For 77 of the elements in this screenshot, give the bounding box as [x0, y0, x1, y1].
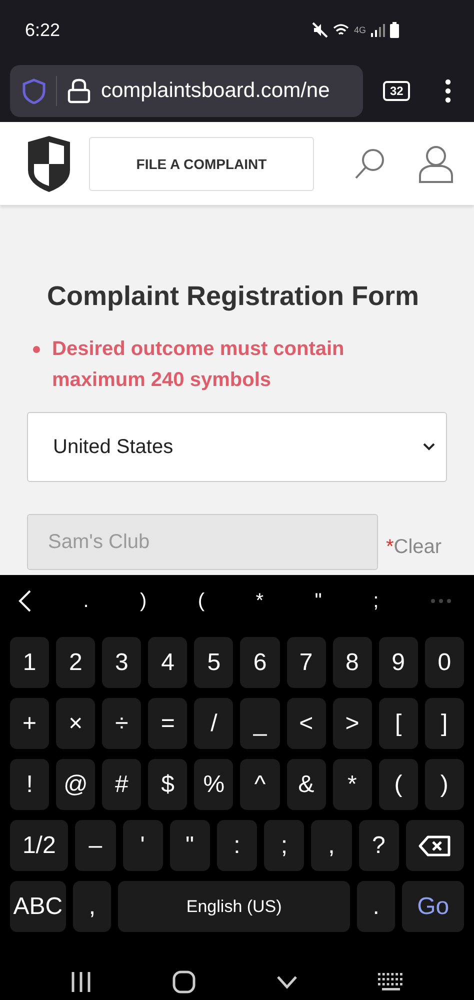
- key[interactable]: 1/2: [10, 820, 68, 871]
- key[interactable]: %: [194, 759, 234, 810]
- key[interactable]: –: [75, 820, 116, 871]
- recent-apps-icon[interactable]: [70, 971, 92, 993]
- more-options-icon[interactable]: [444, 78, 452, 104]
- network-label: 4G: [354, 25, 366, 35]
- key[interactable]: /: [194, 698, 234, 749]
- key[interactable]: 8: [332, 637, 372, 688]
- key[interactable]: 5: [194, 637, 234, 688]
- key[interactable]: ,: [311, 820, 352, 871]
- key[interactable]: 3: [102, 637, 142, 688]
- chevron-down-icon[interactable]: [276, 975, 298, 989]
- suggestion-symbol[interactable]: ;: [373, 590, 379, 612]
- key[interactable]: _: [240, 698, 280, 749]
- user-icon[interactable]: [418, 144, 454, 184]
- key[interactable]: ABC: [10, 881, 66, 932]
- mute-icon: [312, 22, 328, 38]
- error-message: Desired outcome must contain maximum 240 symbols: [52, 337, 346, 393]
- key[interactable]: ×: [56, 698, 96, 749]
- suggestion-symbol[interactable]: *: [256, 590, 264, 612]
- tab-count[interactable]: 32: [383, 81, 410, 101]
- key[interactable]: *: [332, 759, 372, 810]
- key[interactable]: >: [332, 698, 372, 749]
- space-key[interactable]: English (US): [118, 881, 350, 932]
- key[interactable]: ÷: [102, 698, 142, 749]
- suggestion-symbol[interactable]: ": [314, 590, 322, 612]
- suggestion-symbol[interactable]: ): [140, 590, 147, 612]
- key[interactable]: ': [122, 820, 163, 871]
- key[interactable]: ^: [240, 759, 280, 810]
- key[interactable]: =: [148, 698, 188, 749]
- key[interactable]: .: [356, 881, 396, 932]
- file-complaint-button[interactable]: FILE A COMPLAINT: [89, 136, 314, 190]
- lock-icon: [67, 78, 91, 104]
- key[interactable]: [: [378, 698, 418, 749]
- key[interactable]: 1: [10, 637, 50, 688]
- form-title: Complaint Registration Form: [46, 280, 420, 312]
- key[interactable]: ;: [264, 820, 304, 871]
- key[interactable]: ): [424, 759, 464, 810]
- back-chevron-icon[interactable]: [18, 589, 32, 613]
- key[interactable]: $: [148, 759, 188, 810]
- go-key[interactable]: Go: [402, 881, 464, 932]
- key[interactable]: <: [286, 698, 326, 749]
- key[interactable]: +: [10, 698, 50, 749]
- chevron-down-icon: [422, 442, 436, 452]
- keyboard-icon[interactable]: [378, 973, 404, 991]
- key[interactable]: 7: [286, 637, 326, 688]
- shield-logo-icon[interactable]: [26, 134, 72, 194]
- key[interactable]: !: [10, 759, 50, 810]
- more-dots-icon[interactable]: [430, 598, 452, 604]
- country-select[interactable]: United States: [27, 412, 447, 482]
- key[interactable]: @: [56, 759, 96, 810]
- clock-time: 6:22: [25, 20, 60, 40]
- suggestion-symbol[interactable]: .: [83, 590, 89, 612]
- suggestion-symbol[interactable]: (: [198, 590, 205, 612]
- key[interactable]: 6: [240, 637, 280, 688]
- battery-icon: [390, 22, 399, 38]
- address-bar[interactable]: complaintsboard.com/ne: [10, 65, 363, 117]
- key[interactable]: &: [286, 759, 326, 810]
- signal-icon: [371, 23, 385, 37]
- key[interactable]: #: [102, 759, 142, 810]
- backspace-icon: [418, 834, 452, 856]
- search-icon[interactable]: [354, 146, 386, 180]
- key[interactable]: 4: [148, 637, 188, 688]
- backspace-key[interactable]: [406, 820, 464, 871]
- key[interactable]: :: [216, 820, 258, 871]
- bullet-icon: [33, 346, 40, 353]
- shield-icon: [22, 78, 46, 104]
- url-text: complaintsboard.com/ne: [101, 79, 330, 103]
- key[interactable]: 2: [56, 637, 96, 688]
- key[interactable]: (: [378, 759, 418, 810]
- key[interactable]: ,: [72, 881, 112, 932]
- key[interactable]: ": [170, 820, 210, 871]
- key[interactable]: ?: [358, 820, 399, 871]
- key[interactable]: 0: [424, 637, 464, 688]
- key[interactable]: 9: [378, 637, 418, 688]
- key[interactable]: ]: [424, 698, 464, 749]
- home-icon[interactable]: [172, 970, 196, 994]
